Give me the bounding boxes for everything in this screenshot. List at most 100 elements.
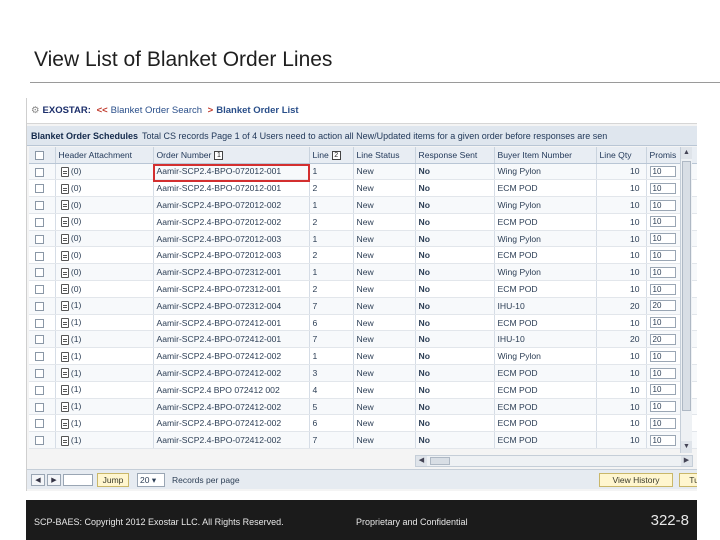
document-icon[interactable] bbox=[60, 284, 69, 295]
document-icon[interactable] bbox=[60, 418, 69, 429]
document-icon[interactable] bbox=[60, 166, 69, 177]
attachment-cell[interactable]: (1) bbox=[55, 314, 154, 332]
document-icon[interactable] bbox=[60, 368, 69, 379]
table-row[interactable]: (0) Aamir-SCP2.4-BPO-072312-001 2 New No ECM … bbox=[29, 280, 697, 298]
promise-qty-input[interactable]: 10 bbox=[649, 417, 676, 429]
row-select-cell[interactable] bbox=[29, 213, 56, 231]
scroll-down-icon[interactable]: ▼ bbox=[681, 441, 692, 453]
document-icon[interactable] bbox=[60, 250, 69, 261]
buyer-item-number[interactable]: IHU-10 bbox=[494, 330, 597, 349]
row-checkbox[interactable] bbox=[35, 268, 44, 278]
promise-qty-input[interactable]: 10 bbox=[649, 401, 676, 413]
document-icon[interactable] bbox=[60, 435, 69, 446]
table-row[interactable]: (0) Aamir-SCP2.4-BPO-072012-001 1 New No Wing… bbox=[29, 163, 697, 181]
next-page-icon[interactable]: ▶ bbox=[47, 474, 61, 486]
row-select-cell[interactable] bbox=[29, 280, 56, 298]
order-number-link[interactable]: Aamir-SCP2.4-BPO-072412-002 bbox=[153, 364, 310, 382]
table-row[interactable]: (0) Aamir-SCP2.4-BPO-072012-003 2 New No ECM … bbox=[29, 246, 697, 265]
column-header-attachment[interactable]: Header Attachment bbox=[55, 147, 154, 164]
order-number-link[interactable]: Aamir-SCP2.4-BPO-072312-001 bbox=[153, 280, 310, 298]
row-select-cell[interactable] bbox=[29, 314, 56, 332]
table-row[interactable]: (0) Aamir-SCP2.4-BPO-072012-003 1 New No Wing… bbox=[29, 230, 697, 248]
document-icon[interactable] bbox=[60, 301, 69, 312]
table-row[interactable]: (1) Aamir-SCP2.4-BPO-072312-004 7 New No IHU-… bbox=[29, 297, 697, 315]
table-row[interactable]: (1) Aamir-SCP2.4-BPO-072412-002 1 New No Wing… bbox=[29, 347, 697, 366]
column-response-sent[interactable]: Response Sent bbox=[415, 147, 495, 164]
buyer-item-number[interactable]: ECM POD bbox=[494, 246, 597, 265]
row-select-cell[interactable] bbox=[29, 163, 56, 181]
buyer-item-number[interactable]: ECM POD bbox=[494, 280, 597, 298]
order-number-link[interactable]: Aamir-SCP2.4-BPO-072312-001 bbox=[153, 263, 310, 282]
row-checkbox[interactable] bbox=[35, 217, 44, 227]
attachment-cell[interactable]: (0) bbox=[55, 163, 154, 181]
promise-qty-input[interactable]: 20 bbox=[649, 333, 676, 345]
buyer-item-number[interactable]: ECM POD bbox=[494, 213, 597, 231]
row-select-cell[interactable] bbox=[29, 230, 56, 248]
attachment-cell[interactable]: (1) bbox=[55, 330, 154, 349]
column-buyer-item-number[interactable]: Buyer Item Number bbox=[494, 147, 597, 164]
order-number-link[interactable]: Aamir-SCP2.4-BPO-072412-002 bbox=[153, 347, 310, 366]
select-all-checkbox[interactable] bbox=[35, 150, 44, 160]
horizontal-scroll-thumb[interactable] bbox=[430, 457, 450, 465]
column-line[interactable]: Line 2 bbox=[309, 147, 354, 164]
row-checkbox[interactable] bbox=[35, 419, 44, 429]
promise-qty-input[interactable]: 10 bbox=[649, 266, 676, 278]
row-checkbox[interactable] bbox=[35, 369, 44, 379]
select-all-header[interactable] bbox=[29, 147, 56, 164]
promise-qty-input[interactable]: 10 bbox=[649, 367, 676, 379]
scroll-left-icon[interactable]: ◀ bbox=[416, 456, 427, 466]
buyer-item-number[interactable]: ECM POD bbox=[494, 364, 597, 382]
attachment-cell[interactable]: (1) bbox=[55, 297, 154, 315]
horizontal-scrollbar[interactable]: ◀ ▶ bbox=[415, 455, 693, 467]
promise-qty-input[interactable]: 10 bbox=[649, 283, 676, 295]
row-select-cell[interactable] bbox=[29, 364, 56, 382]
row-select-cell[interactable] bbox=[29, 179, 56, 198]
row-checkbox[interactable] bbox=[35, 335, 44, 345]
attachment-cell[interactable]: (0) bbox=[55, 196, 154, 214]
row-checkbox[interactable] bbox=[35, 352, 44, 362]
document-icon[interactable] bbox=[60, 385, 69, 396]
table-row[interactable]: (1) Aamir-SCP2.4 BPO 072412 002 4 New No ECM … bbox=[29, 381, 697, 399]
document-icon[interactable] bbox=[60, 334, 69, 345]
table-row[interactable]: (1) Aamir-SCP2.4-BPO-072412-002 7 New No ECM … bbox=[29, 431, 697, 450]
table-row[interactable]: (0) Aamir-SCP2.4-BPO-072012-002 2 New No ECM … bbox=[29, 213, 697, 231]
row-checkbox[interactable] bbox=[35, 285, 44, 295]
row-checkbox[interactable] bbox=[35, 251, 44, 261]
promise-qty-input[interactable]: 10 bbox=[649, 434, 676, 446]
attachment-cell[interactable]: (1) bbox=[55, 347, 154, 366]
order-number-link[interactable]: Aamir-SCP2.4-BPO-072412-001 bbox=[153, 330, 310, 349]
column-order-number[interactable]: Order Number 1 bbox=[153, 147, 310, 164]
breadcrumb-link-blanket-order-search[interactable]: Blanket Order Search bbox=[111, 105, 202, 116]
order-number-link[interactable]: Aamir-SCP2.4-BPO-072412-002 bbox=[153, 414, 310, 433]
row-select-cell[interactable] bbox=[29, 246, 56, 265]
buyer-item-number[interactable]: Wing Pylon bbox=[494, 196, 597, 214]
row-select-cell[interactable] bbox=[29, 263, 56, 282]
attachment-cell[interactable]: (1) bbox=[55, 381, 154, 399]
order-number-link[interactable]: Aamir-SCP2.4-BPO-072312-004 bbox=[153, 297, 310, 315]
attachment-cell[interactable]: (0) bbox=[55, 213, 154, 231]
row-checkbox[interactable] bbox=[35, 436, 44, 446]
buyer-item-number[interactable]: ECM POD bbox=[494, 398, 597, 416]
row-checkbox[interactable] bbox=[35, 167, 44, 177]
order-number-link[interactable]: Aamir-SCP2.4 BPO 072412 002 bbox=[153, 381, 310, 399]
buyer-item-number[interactable]: Wing Pylon bbox=[494, 163, 597, 181]
row-checkbox[interactable] bbox=[35, 385, 44, 395]
order-number-link[interactable]: Aamir-SCP2.4-BPO-072012-001 bbox=[153, 179, 310, 198]
column-line-status[interactable]: Line Status bbox=[353, 147, 416, 164]
row-select-cell[interactable] bbox=[29, 381, 56, 399]
attachment-cell[interactable]: (0) bbox=[55, 280, 154, 298]
view-history-button[interactable]: View History bbox=[599, 473, 673, 487]
promise-qty-input[interactable]: 10 bbox=[649, 199, 676, 211]
promise-qty-input[interactable]: 10 bbox=[649, 317, 676, 329]
promise-qty-input[interactable]: 10 bbox=[649, 350, 676, 362]
row-checkbox[interactable] bbox=[35, 318, 44, 328]
row-select-cell[interactable] bbox=[29, 330, 56, 349]
row-select-cell[interactable] bbox=[29, 196, 56, 214]
order-number-link[interactable]: Aamir-SCP2.4-BPO-072412-002 bbox=[153, 398, 310, 416]
records-per-page-select[interactable]: 20 ▾ bbox=[137, 473, 165, 487]
scroll-right-icon[interactable]: ▶ bbox=[681, 456, 692, 466]
document-icon[interactable] bbox=[60, 183, 69, 194]
table-row[interactable]: (1) Aamir-SCP2.4-BPO-072412-001 7 New No IHU-… bbox=[29, 330, 697, 349]
row-checkbox[interactable] bbox=[35, 184, 44, 194]
row-select-cell[interactable] bbox=[29, 431, 56, 450]
